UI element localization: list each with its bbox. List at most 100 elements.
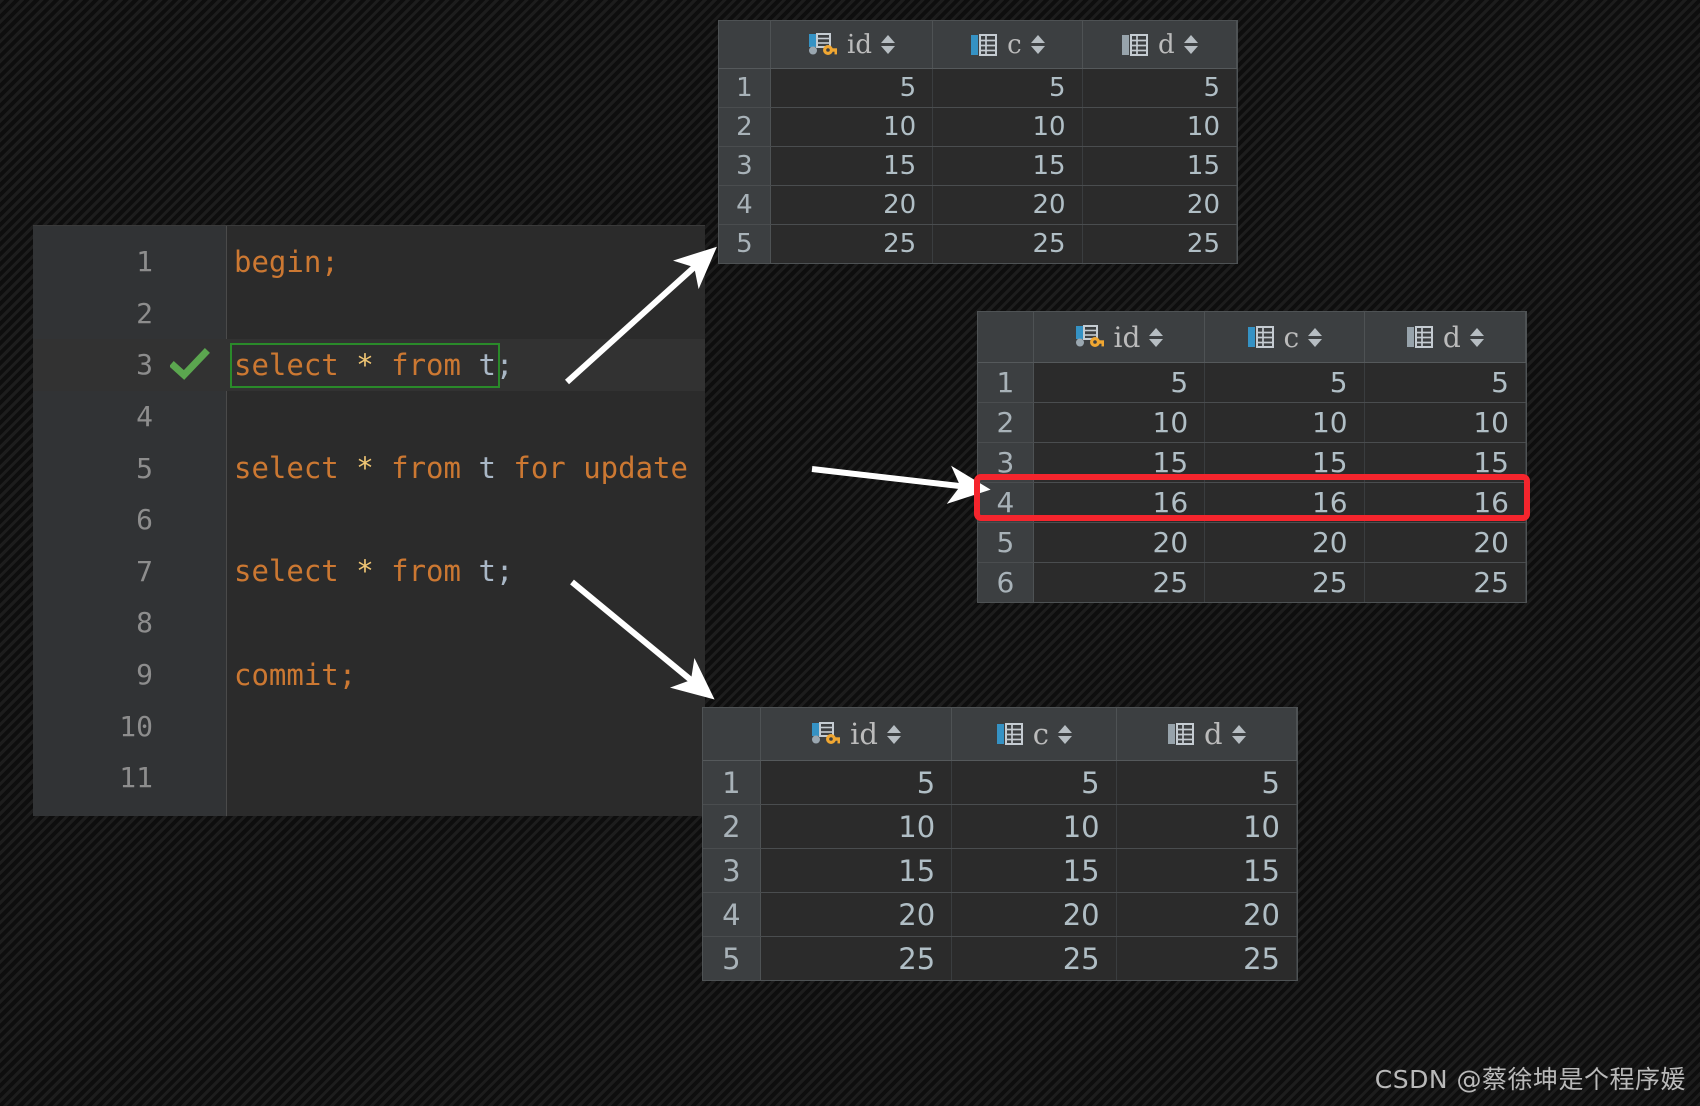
code-text[interactable]: select * from t;: [230, 342, 513, 388]
column-header-id[interactable]: id: [761, 708, 953, 760]
cell-c[interactable]: 15: [933, 147, 1083, 185]
code-line[interactable]: 8: [33, 597, 705, 649]
column-header-c[interactable]: c: [1205, 312, 1365, 362]
sort-toggle-icon[interactable]: [886, 724, 901, 744]
cell-d[interactable]: 15: [1117, 849, 1297, 892]
cell-c[interactable]: 10: [1205, 403, 1365, 442]
code-line[interactable]: 7 select * from t;: [33, 546, 705, 598]
sort-toggle-icon[interactable]: [1469, 327, 1484, 347]
cell-c[interactable]: 16: [1205, 483, 1365, 522]
gutter-run-marker[interactable]: [153, 348, 226, 382]
cell-id[interactable]: 25: [1034, 563, 1206, 602]
sort-toggle-icon[interactable]: [1183, 35, 1198, 54]
cell-id[interactable]: 25: [771, 225, 934, 263]
cell-c[interactable]: 5: [952, 761, 1117, 804]
cell-c[interactable]: 10: [952, 805, 1117, 848]
cell-id[interactable]: 10: [761, 805, 953, 848]
cell-id[interactable]: 15: [771, 147, 934, 185]
code-line[interactable]: 11: [33, 752, 705, 804]
column-header-d[interactable]: d: [1117, 708, 1298, 760]
cell-d[interactable]: 20: [1365, 523, 1526, 562]
cell-id[interactable]: 15: [1034, 443, 1206, 482]
table-row[interactable]: 4 20 20 20: [719, 186, 1237, 225]
code-line[interactable]: 4: [33, 391, 705, 443]
table-row[interactable]: 3 15 15 15: [719, 147, 1237, 186]
cell-id[interactable]: 16: [1034, 483, 1206, 522]
table-row[interactable]: 1555: [978, 363, 1526, 403]
cell-d[interactable]: 20: [1117, 893, 1297, 936]
code-line[interactable]: 2: [33, 288, 705, 340]
cell-d[interactable]: 25: [1117, 937, 1297, 980]
table-row[interactable]: 2 10 10 10: [719, 108, 1237, 147]
cell-d[interactable]: 20: [1083, 186, 1237, 224]
cell-id[interactable]: 5: [1034, 363, 1206, 402]
column-header-c[interactable]: c: [952, 708, 1117, 760]
code-text[interactable]: select * from t;: [234, 554, 513, 588]
code-line[interactable]: 6: [33, 494, 705, 546]
table-row[interactable]: 4 16 16 16: [978, 483, 1526, 523]
cell-id[interactable]: 20: [771, 186, 934, 224]
result-grid-third-select[interactable]: id c d 1 5 5 5 2 10 10 10 3 15 15 15 4 20 20 20 5 25 25 25: [702, 707, 1298, 981]
cell-c[interactable]: 15: [952, 849, 1117, 892]
code-text[interactable]: select * from t for update ;: [234, 451, 705, 485]
code-text[interactable]: commit;: [234, 658, 356, 692]
sort-toggle-icon[interactable]: [1231, 724, 1246, 744]
result-grid-first-select[interactable]: id c d 1 5 5 5 2 10 10 10 3 15 15 15 4 20 20 20 5 25 25 25: [718, 20, 1238, 264]
cell-id[interactable]: 5: [771, 69, 934, 107]
column-header-c[interactable]: c: [933, 21, 1083, 68]
table-row[interactable]: 3 15 15 15: [978, 443, 1526, 483]
table-row[interactable]: 4 20 20 20: [703, 893, 1297, 937]
table-row[interactable]: 1555: [719, 69, 1237, 108]
sort-toggle-icon[interactable]: [1058, 724, 1073, 744]
cell-d[interactable]: 5: [1117, 761, 1297, 804]
code-text[interactable]: begin;: [234, 245, 339, 279]
cell-c[interactable]: 10: [933, 108, 1083, 146]
column-header-id[interactable]: id: [1034, 312, 1206, 362]
cell-d[interactable]: 25: [1083, 225, 1237, 263]
cell-c[interactable]: 25: [952, 937, 1117, 980]
column-header-d[interactable]: d: [1083, 21, 1237, 68]
cell-d[interactable]: 16: [1365, 483, 1526, 522]
table-row[interactable]: 6 25 25 25: [978, 563, 1526, 602]
cell-d[interactable]: 5: [1083, 69, 1237, 107]
table-row[interactable]: 5 20 20 20: [978, 523, 1526, 563]
code-line[interactable]: 3 select * from t;: [33, 339, 705, 391]
table-row[interactable]: 3 15 15 15: [703, 849, 1297, 893]
cell-c[interactable]: 25: [1205, 563, 1365, 602]
cell-d[interactable]: 15: [1083, 147, 1237, 185]
cell-d[interactable]: 5: [1365, 363, 1526, 402]
cell-id[interactable]: 10: [771, 108, 934, 146]
cell-c[interactable]: 25: [933, 225, 1083, 263]
cell-id[interactable]: 15: [761, 849, 953, 892]
sql-editor-panel[interactable]: 1 begin; 2 3 select * from t; 4 5 select * fro…: [33, 225, 705, 816]
cell-d[interactable]: 25: [1365, 563, 1526, 602]
sort-toggle-icon[interactable]: [1030, 35, 1045, 54]
table-row[interactable]: 1555: [703, 761, 1297, 805]
table-row[interactable]: 5 25 25 25: [703, 937, 1297, 980]
code-line[interactable]: 9 commit;: [33, 649, 705, 701]
column-header-d[interactable]: d: [1365, 312, 1526, 362]
cell-d[interactable]: 10: [1117, 805, 1297, 848]
sort-toggle-icon[interactable]: [1149, 327, 1164, 347]
cell-c[interactable]: 20: [1205, 523, 1365, 562]
sort-toggle-icon[interactable]: [880, 35, 895, 54]
cell-id[interactable]: 20: [761, 893, 953, 936]
cell-d[interactable]: 10: [1083, 108, 1237, 146]
cell-c[interactable]: 5: [1205, 363, 1365, 402]
column-header-id[interactable]: id: [771, 21, 934, 68]
table-row[interactable]: 5 25 25 25: [719, 225, 1237, 263]
cell-c[interactable]: 15: [1205, 443, 1365, 482]
sort-toggle-icon[interactable]: [1308, 327, 1323, 347]
code-line[interactable]: 10: [33, 700, 705, 752]
table-row[interactable]: 2 10 10 10: [703, 805, 1297, 849]
table-row[interactable]: 2 10 10 10: [978, 403, 1526, 443]
result-grid-select-for-update[interactable]: id c d 1 5 5 5 2 10 10 10 3 15 15 15 4 16 16 16 5 20 20 20 6 2…: [977, 311, 1527, 603]
cell-id[interactable]: 20: [1034, 523, 1206, 562]
cell-d[interactable]: 15: [1365, 443, 1526, 482]
cell-id[interactable]: 10: [1034, 403, 1206, 442]
cell-id[interactable]: 5: [761, 761, 953, 804]
code-line[interactable]: 5 select * from t for update ;: [33, 442, 705, 494]
cell-c[interactable]: 5: [933, 69, 1083, 107]
cell-c[interactable]: 20: [933, 186, 1083, 224]
cell-id[interactable]: 25: [761, 937, 953, 980]
